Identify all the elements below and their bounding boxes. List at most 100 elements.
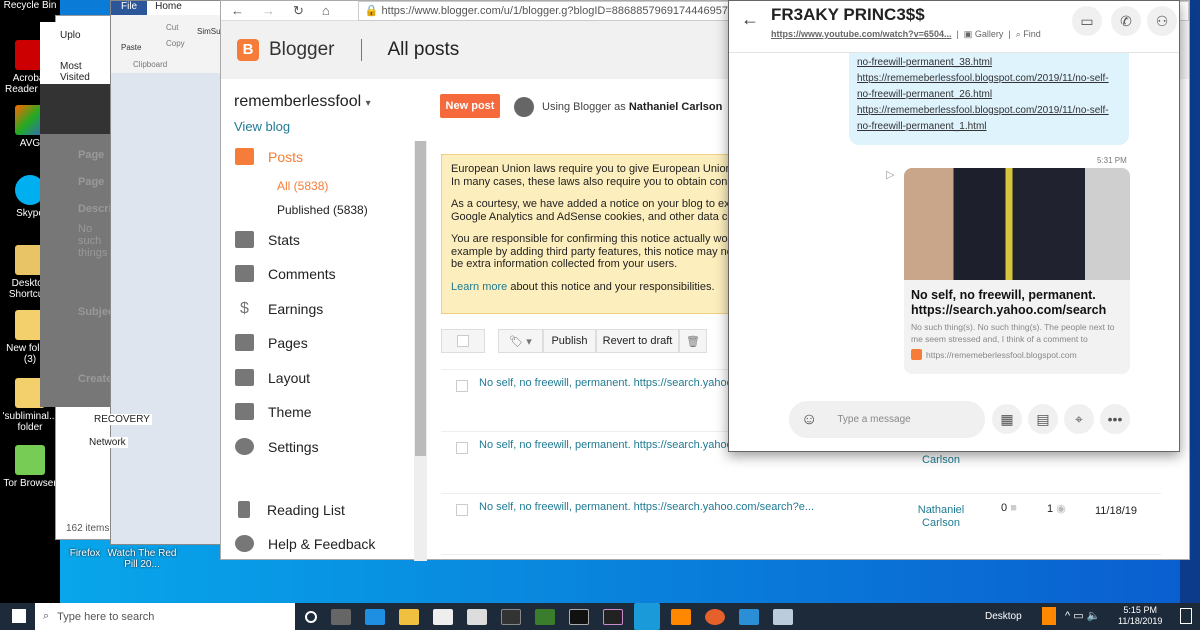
more-options-button[interactable]: ••• <box>1100 404 1130 434</box>
avatar[interactable] <box>514 97 534 117</box>
send-location-button[interactable]: ⌖ <box>1064 404 1094 434</box>
most-visited-bookmark[interactable]: Most Visited <box>60 61 111 83</box>
sidebar-item-stats[interactable]: Stats <box>235 231 300 248</box>
explorer-item-recovery[interactable]: RECOVERY <box>92 414 152 425</box>
copy-button[interactable]: Copy <box>166 39 185 48</box>
store-icon[interactable] <box>433 608 453 625</box>
sidebar-item-posts[interactable]: Posts <box>235 148 303 165</box>
publish-button[interactable]: Publish <box>543 329 596 353</box>
color-app-icon[interactable] <box>603 608 623 625</box>
word-window[interactable]: File Home Paste Cut Copy SimSun Clipboar… <box>110 0 225 545</box>
add-people-button[interactable]: ⚇ <box>1147 6 1177 36</box>
contact-name[interactable]: FR3AKY PRINC3$$ <box>771 5 925 25</box>
desktop-icon-red-pill[interactable]: Watch The Red Pill 20... <box>107 548 177 570</box>
message-bubble: no-freewill-permanent_38.html https://re… <box>849 53 1129 145</box>
message-link[interactable]: no-freewill-permanent_26.html <box>857 87 1121 103</box>
blog-selector[interactable]: rememberlessfool ▾ <box>234 93 371 111</box>
taskbar-search[interactable]: ⌕ Type here to search <box>35 603 295 630</box>
view-blog-link[interactable]: View blog <box>234 119 290 134</box>
message-link[interactable]: no-freewill-permanent_38.html <box>857 55 1121 71</box>
row-checkbox[interactable] <box>456 380 468 392</box>
sidebar-item-help[interactable]: Help & Feedback <box>235 535 375 552</box>
file-explorer-icon[interactable] <box>399 608 419 625</box>
item-count: 162 items <box>66 523 110 534</box>
paste-button[interactable]: Paste <box>121 43 141 52</box>
clock[interactable]: 5:15 PM 11/18/2019 <box>1118 605 1162 627</box>
firefox-icon[interactable] <box>705 608 725 625</box>
select-all-checkbox[interactable] <box>441 329 485 353</box>
desktop-toolbar[interactable]: Desktop <box>985 611 1022 622</box>
start-windows-icon[interactable] <box>12 609 26 623</box>
amazon-icon[interactable] <box>501 608 521 625</box>
forward-button[interactable]: → <box>262 3 275 18</box>
sidebar-item-published[interactable]: Published (5838) <box>277 203 368 217</box>
delete-button[interactable]: 🗑 <box>679 329 707 353</box>
tripadvisor-icon[interactable] <box>535 608 555 625</box>
sidebar-item-comments[interactable]: Comments <box>235 265 336 282</box>
link-preview-card[interactable]: No self, no freewill, permanent. https:/… <box>904 168 1130 374</box>
edge-icon[interactable] <box>365 608 385 625</box>
sidebar-item-layout[interactable]: Layout <box>235 369 310 386</box>
firefox-window[interactable]: Uplo Most Visited Page Page Description N… <box>40 22 139 407</box>
table-row[interactable]: No self, no freewill, permanent. https:/… <box>441 493 1161 555</box>
action-center-icon[interactable] <box>1180 608 1192 624</box>
share-media-button[interactable]: ▦ <box>992 404 1022 434</box>
learn-more-link[interactable]: Learn more <box>451 281 507 293</box>
sidebar-item-reading-list[interactable]: Reading List <box>235 501 345 518</box>
eye-icon: ◉ <box>1056 503 1066 515</box>
row-checkbox[interactable] <box>456 504 468 516</box>
mood-link[interactable]: https://www.youtube.com/watch?v=6504... <box>771 29 951 39</box>
camera-icon[interactable] <box>569 608 589 625</box>
desktop-icon-recycle-bin[interactable]: Recycle Bin <box>2 0 58 11</box>
sidebar-item-settings[interactable]: Settings <box>235 438 319 455</box>
new-post-button[interactable]: New post <box>440 94 500 118</box>
preview-image <box>904 168 1130 280</box>
task-view-icon[interactable] <box>331 608 351 625</box>
system-tray-icons[interactable]: ^ ▭ 🔈 <box>1065 609 1100 622</box>
message-link[interactable]: https://rememeberlessfool.blogspot.com/2… <box>857 103 1121 119</box>
notification-app-icon[interactable] <box>1042 607 1056 625</box>
field-label: Description <box>78 203 139 215</box>
tab-home[interactable]: Home <box>147 1 190 15</box>
find-link[interactable]: Find <box>1023 29 1041 39</box>
cut-button[interactable]: Cut <box>166 23 178 32</box>
sidebar-item-pages[interactable]: Pages <box>235 334 308 351</box>
post-author[interactable]: Nathaniel Carlson <box>911 504 971 530</box>
video-call-button[interactable]: ▭ <box>1072 6 1102 36</box>
tab-title[interactable]: Uplo <box>60 30 111 41</box>
brand-name: Blogger <box>269 39 335 60</box>
tab-file[interactable]: File <box>111 1 148 15</box>
label-dropdown[interactable]: 🏷 ▾ <box>498 329 543 353</box>
document-icon[interactable] <box>773 608 793 625</box>
desktop-icon-tor[interactable]: Tor Browser <box>2 445 58 489</box>
home-button[interactable]: ⌂ <box>322 3 330 18</box>
cortana-icon[interactable] <box>305 610 317 623</box>
post-title-link[interactable]: No self, no freewill, permanent. https:/… <box>479 501 814 513</box>
media-player-icon[interactable] <box>739 608 759 625</box>
emoji-icon[interactable]: ☺ <box>801 411 817 429</box>
explorer-item-network[interactable]: Network <box>87 437 128 448</box>
message-input[interactable]: ☺ Type a message <box>789 401 985 438</box>
phone-icon: ✆ <box>1120 12 1132 29</box>
user-name: Nathaniel Carlson <box>628 101 723 113</box>
gallery-link[interactable]: Gallery <box>975 29 1004 39</box>
blogger-favicon-icon <box>911 349 922 360</box>
skype-chat-window[interactable]: ← FR3AKY PRINC3$$ https://www.youtube.co… <box>728 0 1180 452</box>
sidebar-item-theme[interactable]: Theme <box>235 403 312 420</box>
mail-icon[interactable] <box>467 608 487 625</box>
back-button[interactable]: ← <box>231 3 244 18</box>
vlc-icon[interactable] <box>671 608 691 625</box>
back-arrow-icon[interactable]: ← <box>741 9 759 30</box>
sidebar-scrollbar[interactable] <box>414 141 427 561</box>
revert-to-draft-button[interactable]: Revert to draft <box>596 329 679 353</box>
message-link[interactable]: https://rememeberlessfool.blogspot.com/2… <box>857 71 1121 87</box>
audio-call-button[interactable]: ✆ <box>1111 6 1141 36</box>
skype-taskbar-icon[interactable] <box>634 603 660 630</box>
send-contact-button[interactable]: ▤ <box>1028 404 1058 434</box>
sidebar-item-all[interactable]: All (5838) <box>277 179 328 193</box>
post-author[interactable]: Carlson <box>911 454 971 467</box>
message-link[interactable]: no-freewill-permanent_1.html <box>857 119 1121 135</box>
sidebar-item-earnings[interactable]: $ Earnings <box>235 300 323 317</box>
reload-button[interactable]: ↻ <box>293 3 304 19</box>
row-checkbox[interactable] <box>456 442 468 454</box>
